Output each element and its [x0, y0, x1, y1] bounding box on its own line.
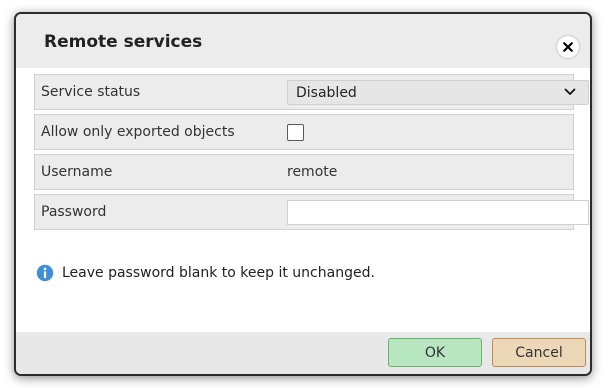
chevron-down-icon — [564, 88, 576, 95]
form-row-username: Username remote — [34, 154, 574, 190]
allow-exported-label: Allow only exported objects — [41, 124, 235, 140]
close-button[interactable] — [557, 36, 579, 58]
service-status-label: Service status — [41, 84, 141, 100]
dialog-title: Remote services — [44, 32, 203, 52]
username-value: remote — [287, 164, 338, 180]
dialog-titlebar: Remote services — [16, 14, 590, 68]
password-label: Password — [41, 204, 107, 220]
dialog-footer: OK Cancel — [16, 332, 590, 374]
form-row-service-status: Service status Disabled — [34, 74, 589, 110]
ok-button[interactable]: OK — [388, 338, 482, 367]
password-input[interactable] — [287, 200, 589, 225]
settings-form: Service status Disabled Allow only expor… — [34, 74, 589, 230]
form-row-password: Password — [34, 194, 589, 230]
cancel-button[interactable]: Cancel — [492, 338, 586, 367]
service-status-select[interactable]: Disabled — [287, 80, 589, 105]
info-text: Leave password blank to keep it unchange… — [62, 265, 375, 281]
allow-exported-checkbox[interactable] — [287, 124, 304, 141]
service-status-value: Disabled — [296, 85, 357, 101]
info-message: Leave password blank to keep it unchange… — [36, 264, 375, 282]
info-icon — [36, 264, 54, 282]
form-row-allow-exported: Allow only exported objects — [34, 114, 574, 150]
close-icon — [563, 42, 573, 52]
remote-services-dialog: Remote services Service status Disabled … — [14, 12, 592, 376]
username-label: Username — [41, 164, 113, 180]
